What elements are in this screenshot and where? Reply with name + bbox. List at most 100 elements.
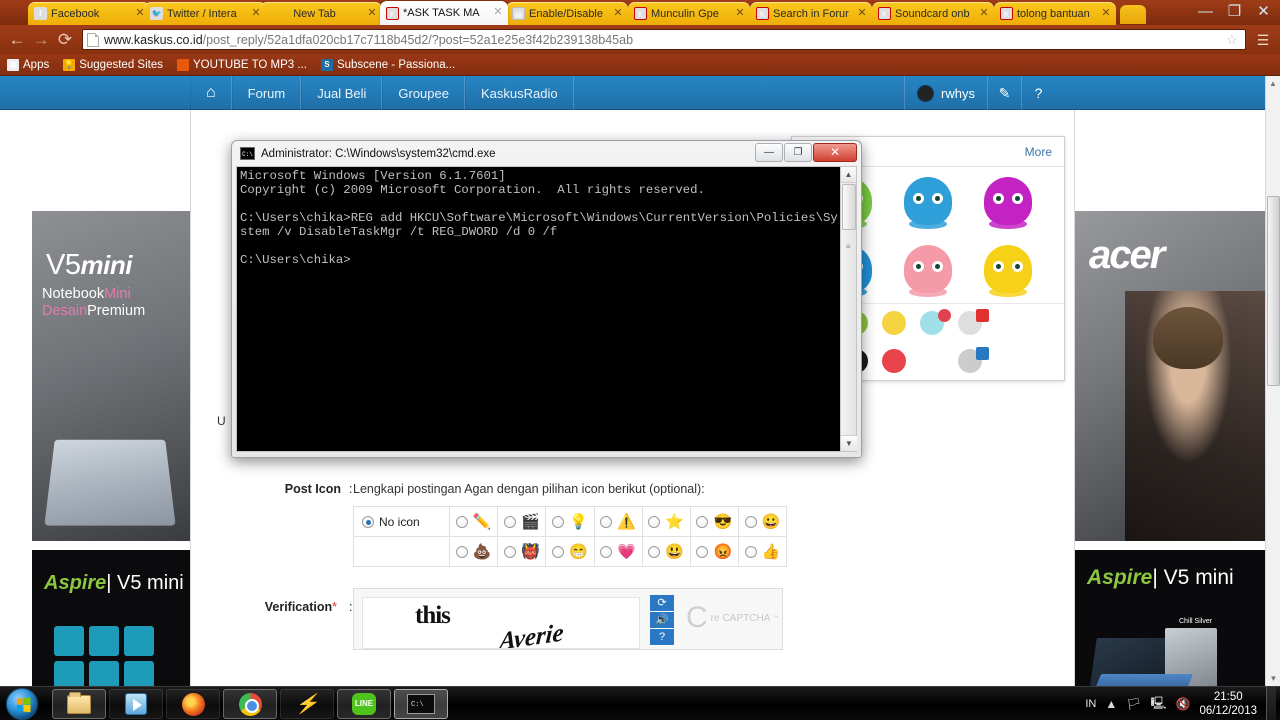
back-button[interactable]: ← <box>6 29 28 51</box>
browser-tab-enable-disable[interactable]: ▤ Enable/Disable ✕ <box>506 2 628 25</box>
window-minimize-button[interactable]: — <box>1191 2 1220 22</box>
radio-no-icon[interactable] <box>362 516 374 529</box>
emoticon-alarm[interactable] <box>920 309 951 335</box>
post-icon-option-thumbs-up[interactable]: 👍 <box>737 536 788 567</box>
emoticon-sleepy[interactable] <box>882 311 906 335</box>
command-prompt-window[interactable]: C:\ Administrator: C:\Windows\system32\c… <box>231 140 862 458</box>
scroll-up-arrow-icon[interactable]: ▲ <box>1266 76 1280 91</box>
kaskus-nav-kaskusradio[interactable]: KaskusRadio <box>464 76 574 110</box>
tab-close-icon[interactable]: ✕ <box>366 7 378 20</box>
kaskus-user-menu[interactable]: rwhys <box>904 76 987 110</box>
firefox-taskbar-item[interactable] <box>166 689 220 719</box>
post-icon-option-happy[interactable]: 😀 <box>737 506 788 537</box>
browser-tab-ask-task-manager[interactable]: K *ASK TASK MA ✕ <box>380 1 508 25</box>
captcha-refresh-button[interactable]: ⟳ <box>650 595 674 612</box>
radio-star[interactable] <box>648 515 661 528</box>
cmd-scroll-up-icon[interactable]: ▲ <box>841 167 856 183</box>
radio-grin[interactable] <box>552 545 565 558</box>
tab-close-icon[interactable]: ✕ <box>612 7 624 20</box>
emoticon-yellow[interactable] <box>984 245 1032 297</box>
browser-tab-search-in-forum[interactable]: K Search in Forur ✕ <box>750 2 872 25</box>
post-icon-option-lightbulb[interactable]: 💡 <box>545 506 595 537</box>
cmd-scrollbar[interactable]: ▲ ≡ ▼ <box>840 167 857 451</box>
media-player-taskbar-item[interactable] <box>109 689 163 719</box>
captcha-help-button[interactable]: ? <box>650 629 674 646</box>
browser-tab-new-tab[interactable]: New Tab ✕ <box>260 2 382 25</box>
acer-v5-mini-ad-top[interactable]: V5mini NotebookMini DesainPremium <box>32 211 190 541</box>
cmd-scrollbar-thumb[interactable] <box>842 184 856 230</box>
tab-close-icon[interactable]: ✕ <box>734 7 746 20</box>
kaskus-nav-jual-beli[interactable]: Jual Beli <box>301 76 383 110</box>
post-icon-option-heart[interactable]: 💗 <box>593 536 643 567</box>
post-icon-option-devil[interactable]: 👹 <box>497 536 547 567</box>
bookmark-youtube-to-mp3[interactable]: YOUTUBE TO MP3 ... <box>176 58 307 71</box>
cmd-title-bar[interactable]: C:\ Administrator: C:\Windows\system32\c… <box>232 141 861 166</box>
cmd-taskbar-item[interactable]: C:\ <box>394 689 448 719</box>
compose-pencil-icon[interactable]: ✎ <box>987 76 1021 110</box>
emoticon-monitor[interactable] <box>958 347 989 373</box>
browser-tab-munculin-gpe[interactable]: K Munculin Gpe ✕ <box>628 2 750 25</box>
radio-blue-smiley[interactable] <box>648 545 661 558</box>
help-icon[interactable]: ? <box>1021 76 1055 110</box>
radio-lightbulb[interactable] <box>552 515 565 528</box>
radio-clapperboard[interactable] <box>504 515 517 528</box>
bookmark-suggested-sites[interactable]: 💡 Suggested Sites <box>63 58 163 71</box>
radio-cool[interactable] <box>696 515 709 528</box>
cmd-minimize-button[interactable]: — <box>755 143 783 162</box>
clock[interactable]: 21:50 06/12/2013 <box>1199 690 1257 718</box>
post-icon-option-cool[interactable]: 😎 <box>689 506 739 537</box>
cmd-scroll-down-icon[interactable]: ▼ <box>841 435 857 451</box>
tab-close-icon[interactable]: ✕ <box>492 7 504 19</box>
post-icon-option-clapperboard[interactable]: 🎬 <box>497 506 547 537</box>
show-hidden-icons-icon[interactable]: ▲ <box>1105 697 1117 711</box>
kaskus-nav-forum[interactable]: Forum <box>231 76 302 110</box>
post-icon-option-poop[interactable]: 💩 <box>449 536 499 567</box>
emoticon-flag[interactable] <box>958 309 989 335</box>
address-bar[interactable]: www.kaskus.co.id/post_reply/52a1dfa020cb… <box>82 29 1246 50</box>
new-tab-button[interactable] <box>1120 5 1146 24</box>
winamp-taskbar-item[interactable]: ⚡ <box>280 689 334 719</box>
radio-pencil[interactable] <box>455 515 468 528</box>
cmd-console-area[interactable]: Microsoft Windows [Version 6.1.7601] Cop… <box>236 166 857 452</box>
bookmark-star-icon[interactable]: ☆ <box>1223 32 1241 48</box>
post-icon-option-grin[interactable]: 😁 <box>545 536 595 567</box>
line-taskbar-item[interactable]: LINE <box>337 689 391 719</box>
acer-aspire-v5-ad-bottom[interactable]: Aspire| V5 mini <box>32 550 190 686</box>
start-button[interactable] <box>6 688 38 720</box>
radio-heart[interactable] <box>600 545 613 558</box>
tab-close-icon[interactable]: ✕ <box>1100 7 1112 20</box>
kaskus-nav-home[interactable]: ⌂ <box>190 76 232 110</box>
emoticon-angry[interactable] <box>882 349 906 373</box>
chrome-menu-icon[interactable]: ☰ <box>1252 33 1274 47</box>
radio-devil[interactable] <box>504 545 517 558</box>
cmd-maximize-button[interactable]: ❐ <box>784 143 812 162</box>
radio-warning[interactable] <box>600 515 613 528</box>
post-icon-option-angry[interactable]: 😡 <box>689 536 739 567</box>
scrollbar-thumb[interactable] <box>1267 196 1280 386</box>
page-scrollbar[interactable]: ▲ ▼ <box>1265 76 1280 686</box>
emoticon-pink[interactable] <box>904 245 952 297</box>
forward-button[interactable]: → <box>30 29 52 51</box>
browser-tab-facebook[interactable]: f Facebook ✕ <box>28 2 150 25</box>
post-icon-option-no-icon[interactable]: No icon <box>352 506 451 537</box>
radio-poop[interactable] <box>455 545 468 558</box>
cmd-close-button[interactable]: ✕ <box>813 143 857 162</box>
post-icon-option-warning[interactable]: ⚠️ <box>593 506 643 537</box>
browser-tab-tolong-bantuan[interactable]: K tolong bantuan ✕ <box>994 2 1116 25</box>
kaskus-nav-groupee[interactable]: Groupee <box>382 76 465 110</box>
action-center-flag-icon[interactable]: 🏳 <box>1126 697 1141 711</box>
chrome-taskbar-item[interactable] <box>223 689 277 719</box>
captcha-audio-button[interactable]: 🔊 <box>650 612 674 629</box>
window-close-button[interactable]: ✕ <box>1249 2 1278 22</box>
bookmark-subscene[interactable]: S Subscene - Passiona... <box>320 58 455 71</box>
emoticon-purple[interactable] <box>984 177 1032 229</box>
post-icon-option-pencil[interactable]: ✏️ <box>449 506 499 537</box>
radio-angry[interactable] <box>696 545 709 558</box>
window-maximize-button[interactable]: ❐ <box>1220 2 1249 22</box>
tab-close-icon[interactable]: ✕ <box>978 7 990 20</box>
show-desktop-button[interactable] <box>1266 687 1276 720</box>
reload-button[interactable]: ⟳ <box>54 29 76 51</box>
post-icon-option-star[interactable]: ⭐ <box>641 506 691 537</box>
acer-brand-ad-top[interactable]: acer <box>1075 211 1265 541</box>
volume-muted-icon[interactable]: 🔇 <box>1175 697 1190 711</box>
